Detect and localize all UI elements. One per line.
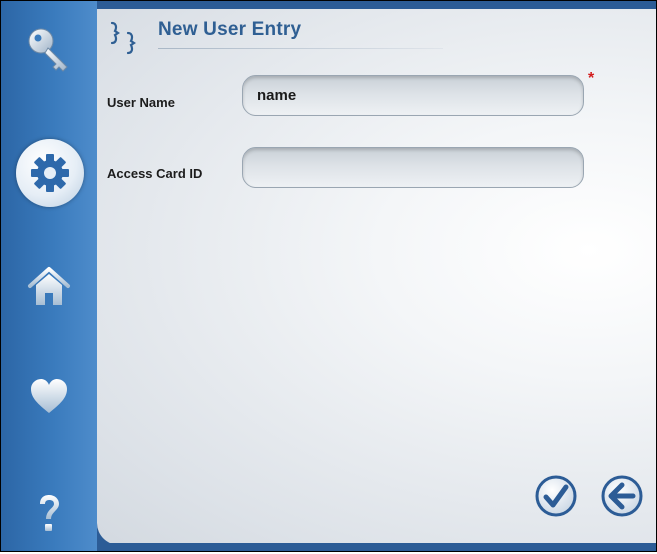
sidebar-item-home[interactable]: [19, 257, 79, 317]
key-icon: [28, 28, 68, 72]
checkmark-icon: [535, 475, 577, 517]
app-window: New User Entry User Name * Access Card I…: [0, 0, 657, 552]
sidebar-item-help[interactable]: [19, 484, 79, 544]
sidebar-item-favorites[interactable]: [19, 366, 79, 426]
title-divider: [158, 48, 443, 49]
sidebar-item-settings[interactable]: [16, 139, 84, 207]
access-card-input[interactable]: [242, 147, 584, 188]
question-icon: [40, 495, 59, 531]
logo-icon: [104, 19, 150, 64]
sidebar-item-key[interactable]: [19, 19, 79, 79]
sidebar: [1, 1, 97, 551]
heart-icon: [31, 379, 67, 413]
home-icon: [28, 267, 70, 305]
confirm-button[interactable]: [535, 475, 577, 517]
user-name-label: User Name: [107, 95, 175, 110]
access-card-label: Access Card ID: [107, 166, 203, 181]
back-button[interactable]: [601, 475, 643, 517]
arrow-left-icon: [601, 475, 643, 517]
bottom-bar: [97, 543, 656, 551]
gear-icon: [31, 154, 69, 192]
page-title: New User Entry: [158, 19, 302, 40]
user-name-input[interactable]: [242, 75, 584, 116]
required-marker: *: [588, 70, 595, 87]
